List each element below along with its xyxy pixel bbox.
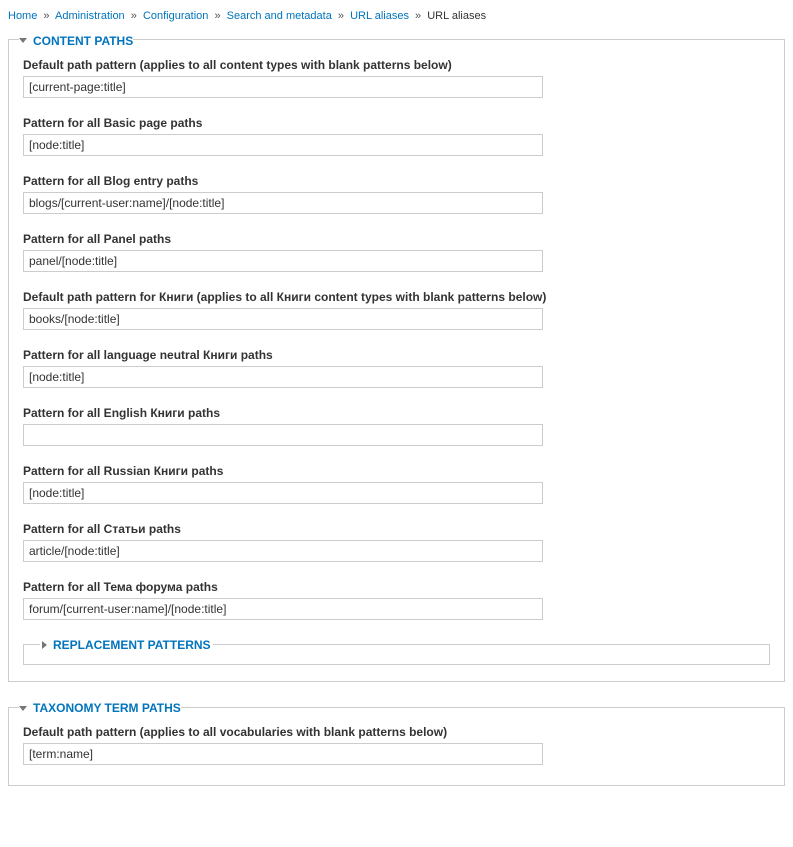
field-label: Default path pattern (applies to all con… [23,58,770,72]
breadcrumb-current: URL aliases [427,10,486,22]
taxonomy-paths-toggle[interactable]: TAXONOMY TERM PATHS [19,701,181,715]
breadcrumb-sep: » [335,10,347,22]
basic-page-pattern-input[interactable] [23,134,543,156]
form-item: Pattern for all English Книги paths [23,406,770,446]
content-paths-body: Default path pattern (applies to all con… [9,48,784,681]
form-item: Pattern for all Russian Книги paths [23,464,770,504]
field-label: Default path pattern (applies to all voc… [23,725,770,739]
form-item: Pattern for all language neutral Книги p… [23,348,770,388]
replacement-patterns-toggle[interactable]: REPLACEMENT PATTERNS [42,638,211,652]
knigi-neutral-pattern-input[interactable] [23,366,543,388]
knigi-english-pattern-input[interactable] [23,424,543,446]
stati-pattern-input[interactable] [23,540,543,562]
forum-pattern-input[interactable] [23,598,543,620]
breadcrumb-sep: » [211,10,223,22]
chevron-down-icon [19,706,27,711]
default-content-pattern-input[interactable] [23,76,543,98]
chevron-right-icon [42,641,47,649]
breadcrumb-link-search-metadata[interactable]: Search and metadata [227,10,332,22]
form-item: Pattern for all Статьи paths [23,522,770,562]
content-paths-toggle[interactable]: CONTENT PATHS [19,34,133,48]
field-label: Pattern for all language neutral Книги p… [23,348,770,362]
knigi-russian-pattern-input[interactable] [23,482,543,504]
form-item: Pattern for all Blog entry paths [23,174,770,214]
field-label: Default path pattern for Книги (applies … [23,290,770,304]
taxonomy-paths-panel: TAXONOMY TERM PATHS Default path pattern… [8,700,785,787]
blog-entry-pattern-input[interactable] [23,192,543,214]
breadcrumb-sep: » [412,10,424,22]
form-item: Default path pattern for Книги (applies … [23,290,770,330]
form-item: Pattern for all Тема форума paths [23,580,770,620]
knigi-default-pattern-input[interactable] [23,308,543,330]
breadcrumb-link-url-aliases[interactable]: URL aliases [350,10,409,22]
replacement-patterns-panel: REPLACEMENT PATTERNS [23,638,770,665]
breadcrumb-link-configuration[interactable]: Configuration [143,10,208,22]
breadcrumb: Home » Administration » Configuration » … [8,8,785,32]
content-paths-title: CONTENT PATHS [31,34,133,48]
breadcrumb-sep: » [128,10,140,22]
field-label: Pattern for all English Книги paths [23,406,770,420]
content-paths-panel: CONTENT PATHS Default path pattern (appl… [8,32,785,682]
breadcrumb-link-administration[interactable]: Administration [55,10,125,22]
form-item: Pattern for all Basic page paths [23,116,770,156]
field-label: Pattern for all Тема форума paths [23,580,770,594]
field-label: Pattern for all Статьи paths [23,522,770,536]
breadcrumb-sep: » [40,10,52,22]
panel-pattern-input[interactable] [23,250,543,272]
taxonomy-paths-title: TAXONOMY TERM PATHS [31,701,181,715]
replacement-patterns-title: REPLACEMENT PATTERNS [51,638,211,652]
chevron-down-icon [19,38,27,43]
field-label: Pattern for all Russian Книги paths [23,464,770,478]
field-label: Pattern for all Blog entry paths [23,174,770,188]
field-label: Pattern for all Basic page paths [23,116,770,130]
default-taxonomy-pattern-input[interactable] [23,743,543,765]
form-item: Default path pattern (applies to all voc… [23,725,770,765]
breadcrumb-link-home[interactable]: Home [8,10,37,22]
form-item: Pattern for all Panel paths [23,232,770,272]
field-label: Pattern for all Panel paths [23,232,770,246]
taxonomy-paths-body: Default path pattern (applies to all voc… [9,715,784,785]
form-item: Default path pattern (applies to all con… [23,58,770,98]
